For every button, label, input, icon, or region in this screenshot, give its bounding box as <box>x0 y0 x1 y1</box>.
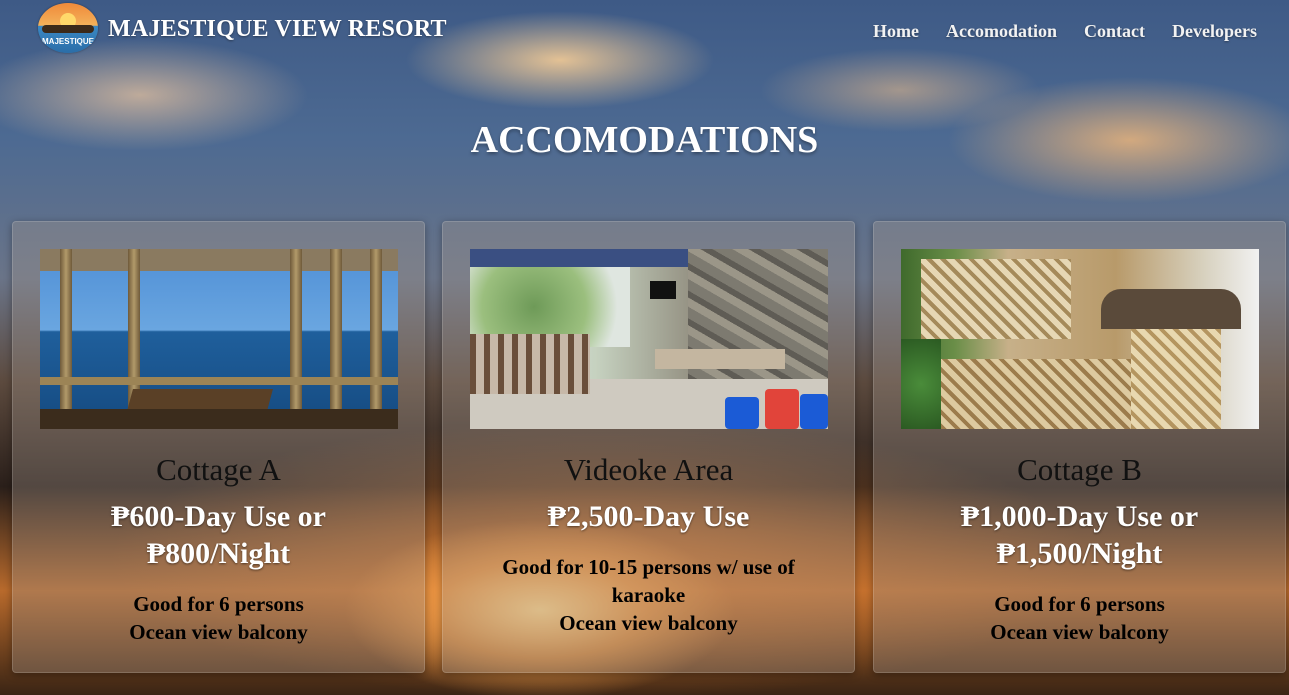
bamboo-lattice <box>921 259 1071 339</box>
cottage-b-photo <box>901 249 1259 429</box>
card-capacity: Good for 10-15 persons w/ use of karaoke <box>502 555 795 607</box>
nav-menu: Home Accomodation Contact Developers <box>873 21 1257 42</box>
card-description: Good for 6 persons Ocean view balcony <box>43 590 394 646</box>
bamboo-hut <box>1131 329 1221 429</box>
photo-floor <box>40 409 398 429</box>
tv-shape <box>650 281 676 299</box>
wooden-table <box>127 389 273 411</box>
card-price: ₱600-Day Use or ₱800/Night <box>111 500 326 570</box>
card-feature: Ocean view balcony <box>990 620 1169 644</box>
red-stool <box>765 389 799 429</box>
nav-item-developers[interactable]: Developers <box>1172 21 1257 42</box>
wooden-table <box>655 349 785 369</box>
nav-item-contact[interactable]: Contact <box>1084 21 1145 42</box>
card-price: ₱2,500-Day Use <box>547 500 750 533</box>
bamboo-post <box>330 249 342 429</box>
balcony-rail <box>40 377 398 385</box>
logo-text: MAJESTIQUE <box>42 37 95 46</box>
nav-item-home[interactable]: Home <box>873 21 919 42</box>
thatch-roof <box>1101 289 1241 329</box>
balcony-rail <box>470 334 590 394</box>
blue-stool <box>800 394 828 429</box>
nav-item-accomodation[interactable]: Accomodation <box>946 21 1057 42</box>
card-description: Good for 6 persons Ocean view balcony <box>904 590 1255 646</box>
blue-stool <box>725 397 759 429</box>
card-price: ₱1,000-Day Use or ₱1,500/Night <box>960 500 1199 570</box>
resort-logo[interactable]: MAJESTIQUE <box>38 3 98 53</box>
card-title: Cottage B <box>1017 452 1142 487</box>
bamboo-post <box>290 249 302 429</box>
page-title: ACCOMODATIONS <box>470 119 819 161</box>
card-title: Videoke Area <box>563 452 734 487</box>
cottage-a-photo <box>40 249 398 429</box>
card-title: Cottage A <box>156 452 281 487</box>
green-plant <box>901 339 941 429</box>
accommodation-card-cottage-b: Cottage B ₱1,000-Day Use or ₱1,500/Night… <box>873 221 1286 673</box>
photo-roof <box>40 249 398 271</box>
card-description: Good for 10-15 persons w/ use of karaoke… <box>473 553 824 637</box>
navbar: MAJESTIQUE MAJESTIQUE VIEW RESORT Home A… <box>0 0 1289 60</box>
card-feature: Ocean view balcony <box>129 620 308 644</box>
card-feature: Ocean view balcony <box>559 611 738 635</box>
brand-name[interactable]: MAJESTIQUE VIEW RESORT <box>108 16 447 43</box>
accommodation-card-cottage-a: Cottage A ₱600-Day Use or ₱800/Night Goo… <box>12 221 425 673</box>
card-capacity: Good for 6 persons <box>133 592 304 616</box>
accommodation-card-videoke-area: Videoke Area ₱2,500-Day Use Good for 10-… <box>442 221 855 673</box>
videoke-area-photo <box>470 249 828 429</box>
bamboo-post <box>370 249 382 429</box>
bamboo-post <box>60 249 72 429</box>
card-capacity: Good for 6 persons <box>994 592 1165 616</box>
bamboo-lattice <box>941 359 1161 429</box>
logo-land-shape <box>42 25 94 33</box>
